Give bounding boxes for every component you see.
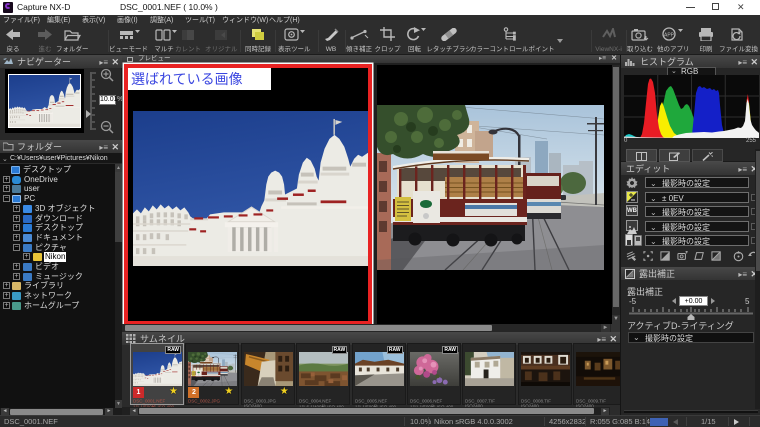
svg-text:APP: APP — [664, 32, 675, 38]
